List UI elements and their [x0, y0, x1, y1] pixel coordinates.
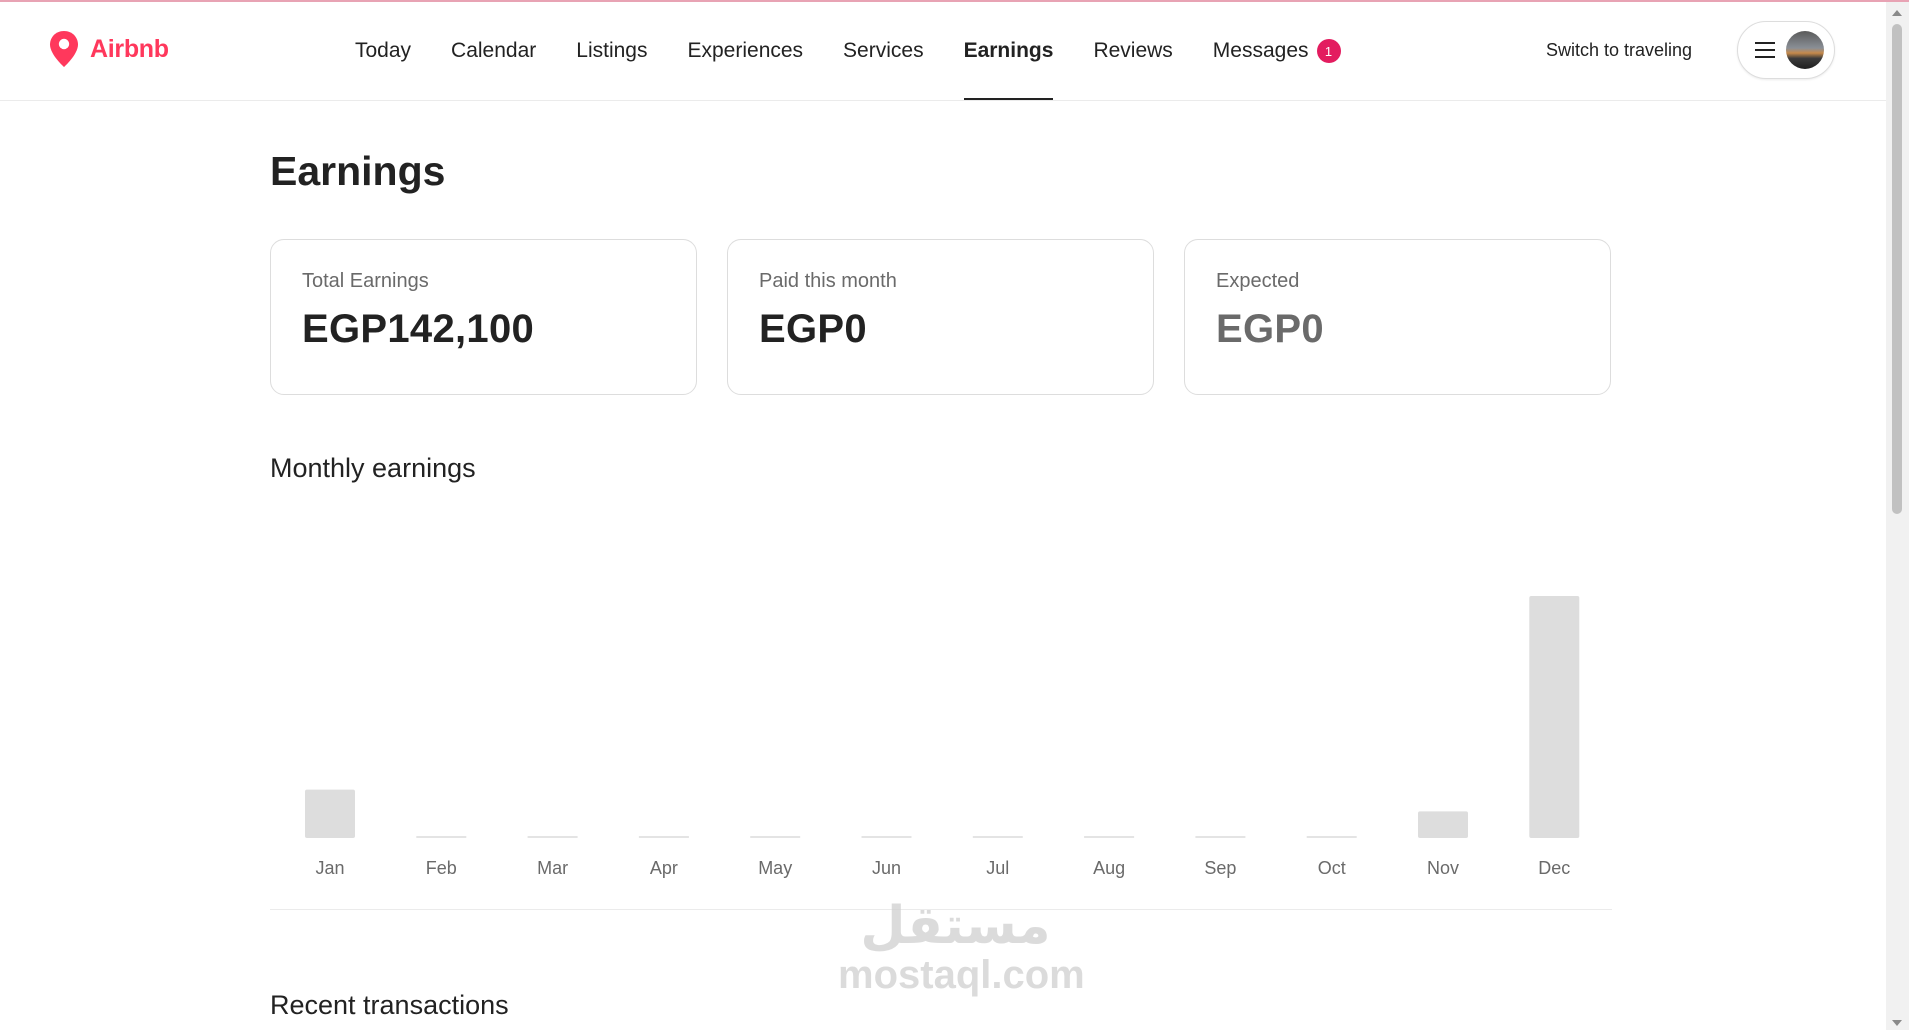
brand-name: Airbnb: [90, 34, 169, 63]
bar-feb[interactable]: [416, 836, 467, 838]
bar-jan[interactable]: [305, 789, 355, 838]
total-earnings-label: Total Earnings: [302, 270, 429, 292]
nav-item-today[interactable]: Today: [355, 2, 411, 100]
watermark-latin-text: mostaql.com: [838, 953, 1085, 997]
avatar: [1786, 31, 1824, 69]
bar-oct[interactable]: [1306, 836, 1357, 838]
bar-nov[interactable]: [1418, 811, 1468, 838]
paid-this-month-value: EGP0: [759, 307, 867, 351]
nav-item-experiences[interactable]: Experiences: [687, 2, 803, 100]
x-tick-label-may: May: [758, 858, 792, 878]
x-tick-label-nov: Nov: [1427, 858, 1459, 878]
x-tick-label-jan: Jan: [315, 858, 344, 878]
switch-to-traveling-link[interactable]: Switch to traveling: [1546, 40, 1692, 61]
bar-sep[interactable]: [1195, 836, 1246, 838]
nav-item-earnings[interactable]: Earnings: [963, 2, 1053, 100]
top-navigation-bar: Airbnb Today Calendar Listings Experienc…: [0, 2, 1886, 101]
mostaql-watermark: مستقل mostaql.com: [838, 896, 1085, 997]
monthly-earnings-bar-chart: Jan Feb Mar Apr May Jun Jul Aug Sep Oct Nov Dec: [305, 596, 1580, 878]
nav-item-services[interactable]: Services: [843, 2, 924, 100]
x-tick-label-oct: Oct: [1318, 858, 1346, 878]
x-tick-label-jun: Jun: [872, 858, 901, 878]
total-earnings-value: EGP142,100: [302, 307, 535, 351]
bar-mar[interactable]: [527, 836, 578, 838]
scroll-down-arrow-icon[interactable]: [1892, 1020, 1902, 1026]
airbnb-pin-icon: [50, 31, 78, 67]
x-tick-label-dec: Dec: [1538, 858, 1570, 878]
bar-aug[interactable]: [1084, 836, 1135, 838]
expected-card: Expected EGP0: [1184, 239, 1611, 395]
expected-value: EGP0: [1216, 307, 1324, 351]
bar-apr[interactable]: [638, 836, 689, 838]
total-earnings-card: Total Earnings EGP142,100: [270, 239, 697, 395]
scrollbar-thumb[interactable]: [1892, 24, 1902, 514]
x-tick-label-apr: Apr: [650, 858, 678, 878]
monthly-earnings-chart: Jan Feb Mar Apr May Jun Jul Aug Sep Oct Nov Dec: [270, 520, 1612, 915]
profile-menu-button[interactable]: [1737, 21, 1835, 79]
hamburger-menu-icon: [1755, 42, 1775, 58]
nav-item-listings[interactable]: Listings: [576, 2, 647, 100]
page-title: Earnings: [270, 148, 446, 194]
page-scrollbar[interactable]: [1886, 2, 1909, 1030]
paid-this-month-label: Paid this month: [759, 270, 897, 292]
expected-label: Expected: [1216, 270, 1300, 292]
nav-item-messages[interactable]: Messages 1: [1213, 2, 1341, 100]
x-tick-label-mar: Mar: [537, 858, 568, 878]
x-tick-label-aug: Aug: [1093, 858, 1125, 878]
recent-transactions-title: Recent transactions: [270, 990, 509, 1020]
paid-this-month-card: Paid this month EGP0: [727, 239, 1154, 395]
bar-jun[interactable]: [861, 836, 912, 838]
messages-count-badge: 1: [1316, 39, 1341, 63]
monthly-earnings-title: Monthly earnings: [270, 453, 476, 483]
nav-item-reviews[interactable]: Reviews: [1093, 2, 1172, 100]
bar-may[interactable]: [750, 836, 801, 838]
bar-dec[interactable]: [1529, 596, 1580, 838]
x-tick-label-jul: Jul: [986, 858, 1009, 878]
airbnb-logo[interactable]: Airbnb: [48, 30, 169, 68]
nav-item-calendar[interactable]: Calendar: [451, 2, 536, 100]
watermark-arabic-text: مستقل: [860, 896, 1051, 956]
scroll-up-arrow-icon[interactable]: [1892, 10, 1902, 16]
bar-jul[interactable]: [972, 836, 1023, 838]
main-nav: Today Calendar Listings Experiences Serv…: [355, 2, 1381, 100]
x-tick-label-feb: Feb: [426, 858, 457, 878]
x-tick-label-sep: Sep: [1204, 858, 1236, 878]
